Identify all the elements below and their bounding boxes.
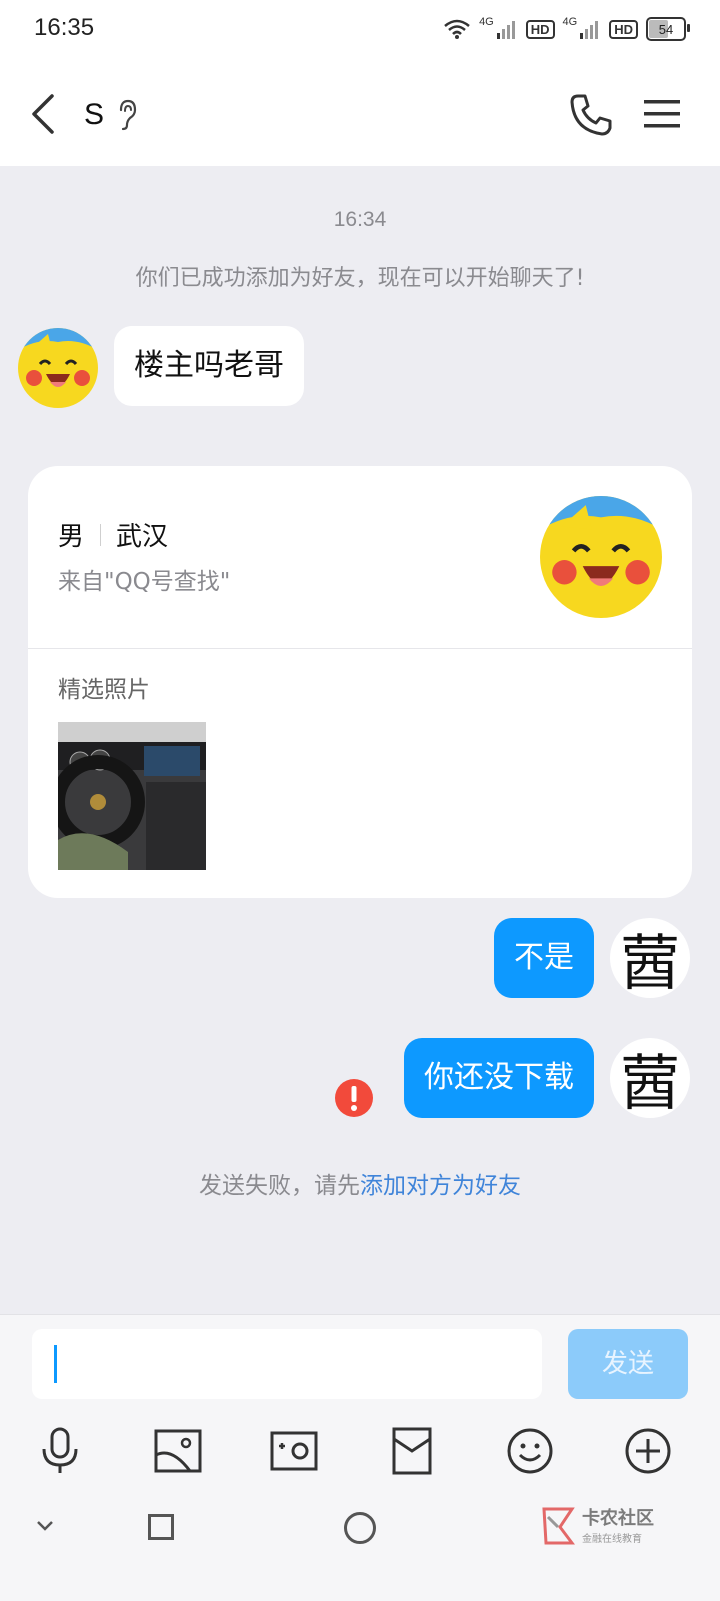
- network-type-2: 4G: [562, 16, 578, 28]
- pikachu-avatar-image: [18, 328, 98, 408]
- car-interior-photo: [58, 722, 206, 870]
- watermark-text: 卡农社区 金融在线教育: [582, 1504, 654, 1545]
- add-friend-link[interactable]: 添加对方为好友: [360, 1173, 521, 1199]
- microphone-icon[interactable]: [34, 1425, 86, 1477]
- chat-header: S: [0, 60, 720, 166]
- system-message: 你们已成功添加为好友，现在可以开始聊天了!: [135, 266, 585, 291]
- status-time: 16:35: [34, 14, 95, 41]
- pikachu-avatar-image-large: [540, 496, 662, 618]
- menu-icon[interactable]: [642, 94, 682, 134]
- ear-icon[interactable]: [114, 98, 140, 132]
- profile-city: 武汉: [116, 522, 169, 552]
- featured-photos-title: 精选照片: [58, 677, 150, 703]
- send-button[interactable]: 发送: [568, 1329, 688, 1399]
- status-bar: 16:35 4G HD 4G HD 54: [0, 0, 720, 60]
- chat-area[interactable]: 16:34 你们已成功添加为好友，现在可以开始聊天了! 楼主吗老哥 男 武汉 来…: [0, 166, 720, 1314]
- system-nav-bar: 卡农社区 金融在线教育: [0, 1484, 720, 1600]
- watermark: 卡农社区 金融在线教育: [540, 1504, 654, 1545]
- network-type-1: 4G: [479, 16, 494, 28]
- contact-avatar[interactable]: [18, 328, 98, 408]
- message-timestamp: 16:34: [333, 208, 387, 231]
- profile-gender: 男: [58, 522, 85, 552]
- profile-separator: [100, 524, 101, 546]
- card-divider: [28, 648, 692, 649]
- send-failed-icon[interactable]: [334, 1078, 374, 1118]
- battery-icon: 54: [646, 17, 690, 41]
- hd-badge-2: HD: [609, 19, 638, 39]
- profile-source: 来自"QQ号查找": [58, 569, 231, 595]
- plus-icon[interactable]: [622, 1425, 674, 1477]
- status-icons: 4G HD 4G HD 54: [443, 14, 690, 44]
- wifi-icon: [444, 19, 470, 39]
- message-input-box[interactable]: [32, 1329, 542, 1399]
- featured-photo[interactable]: [58, 722, 206, 870]
- profile-avatar[interactable]: [540, 496, 662, 618]
- phone-icon[interactable]: [568, 92, 614, 138]
- contact-name[interactable]: S: [84, 98, 104, 132]
- my-avatar[interactable]: 蒏: [610, 1038, 690, 1118]
- emoji-icon[interactable]: [504, 1425, 556, 1477]
- send-failed-text: 发送失败，请先: [199, 1173, 360, 1199]
- red-packet-icon[interactable]: [386, 1425, 438, 1477]
- outgoing-message-bubble[interactable]: 不是: [494, 918, 594, 998]
- my-avatar-char: 蒏: [620, 1048, 680, 1119]
- message-input[interactable]: [32, 1329, 542, 1399]
- camera-icon[interactable]: [268, 1425, 320, 1477]
- profile-card[interactable]: 男 武汉 来自"QQ号查找" 精选照片: [28, 466, 692, 898]
- back-arrow-icon[interactable]: [26, 92, 66, 136]
- watermark-logo-icon: [542, 1507, 575, 1544]
- recent-apps-button[interactable]: [148, 1514, 174, 1540]
- send-failed-notice: 发送失败，请先添加对方为好友: [0, 1166, 720, 1200]
- image-icon[interactable]: [152, 1425, 204, 1477]
- home-button[interactable]: [344, 1512, 376, 1544]
- my-avatar[interactable]: 蒏: [610, 918, 690, 998]
- watermark-subtitle: 金融在线教育: [582, 1534, 642, 1545]
- hd-badge-1: HD: [525, 19, 555, 39]
- outgoing-message-bubble[interactable]: 你还没下载: [404, 1038, 594, 1118]
- my-avatar-char: 蒏: [620, 928, 680, 999]
- incoming-message-bubble[interactable]: 楼主吗老哥: [114, 326, 304, 406]
- signal-icon-2: [580, 21, 599, 39]
- battery-level: 54: [658, 21, 674, 37]
- watermark-title: 卡农社区: [582, 1508, 654, 1529]
- signal-icon-1: [496, 21, 515, 39]
- chevron-down-icon[interactable]: [34, 1514, 56, 1536]
